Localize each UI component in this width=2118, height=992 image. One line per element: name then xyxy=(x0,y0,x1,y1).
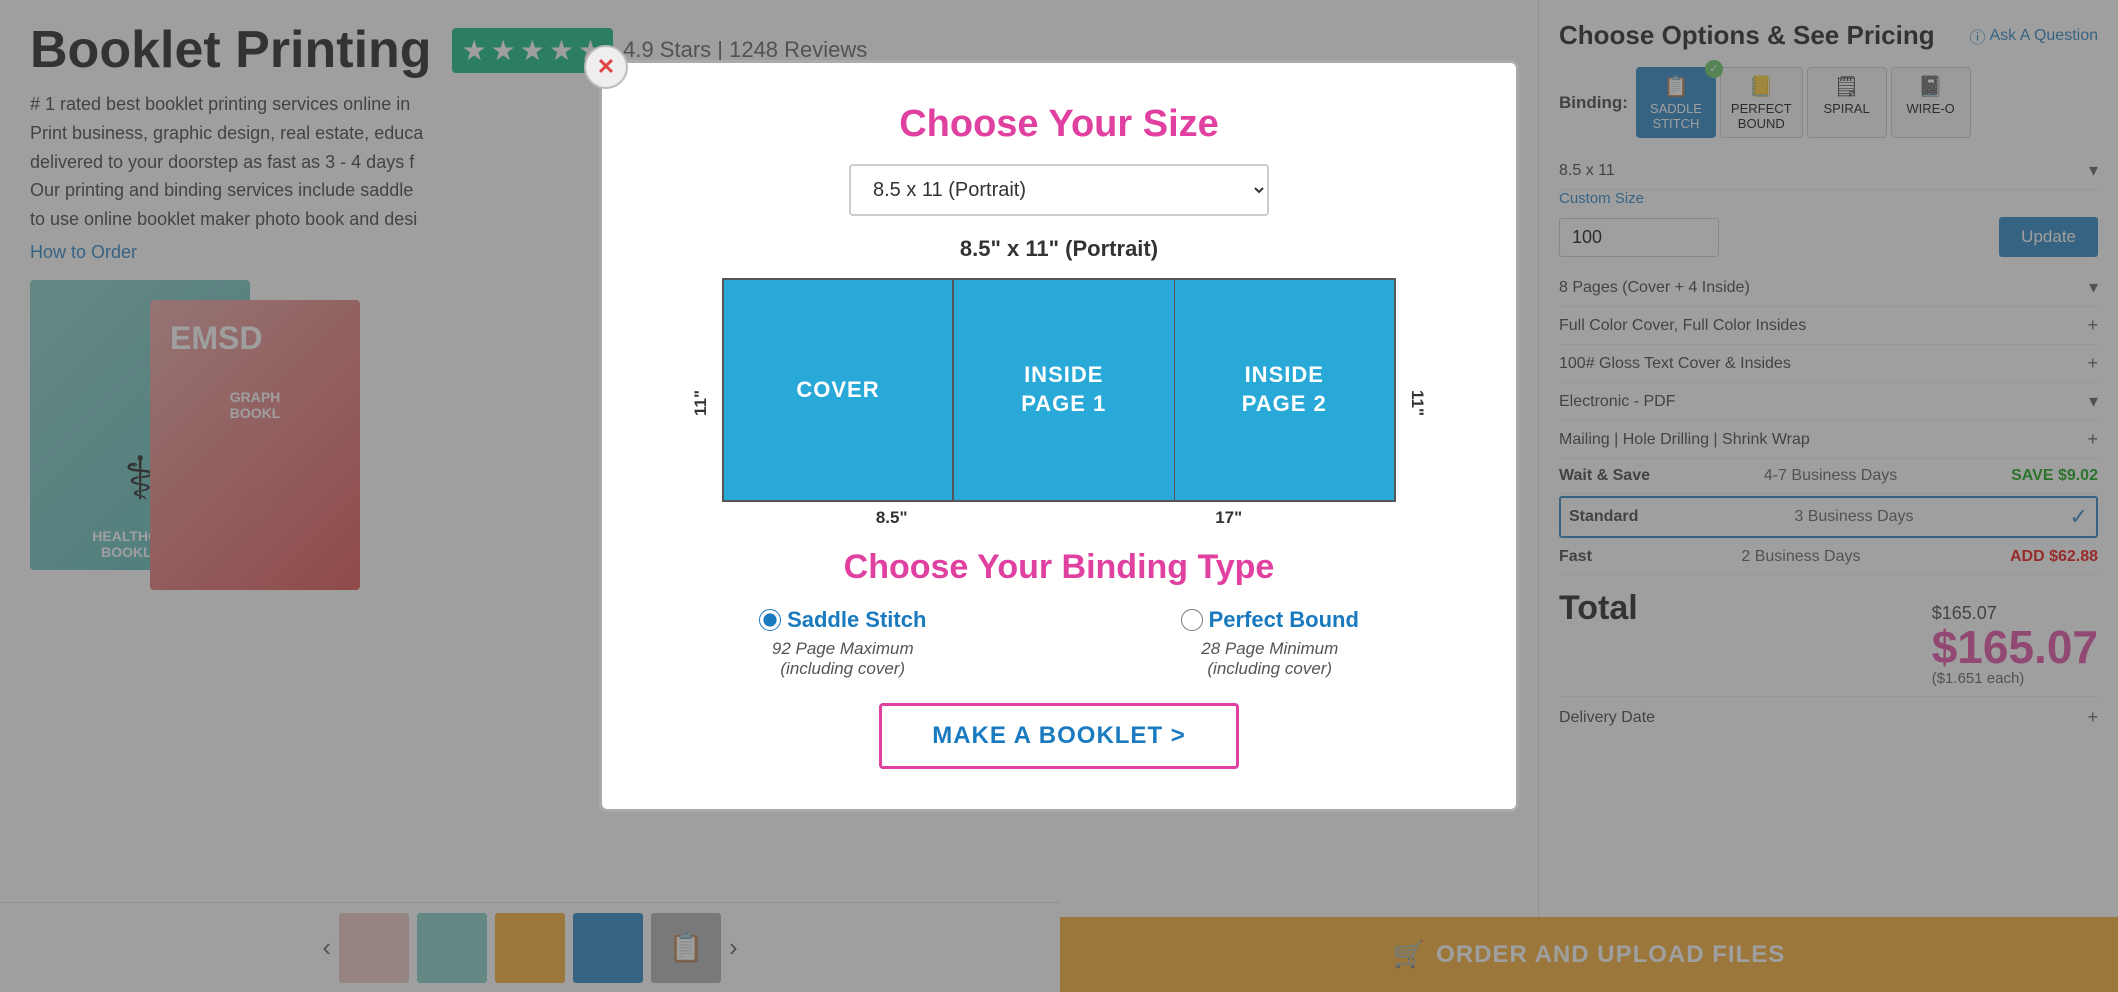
cover-text: COVER xyxy=(796,376,879,405)
diagram-wrapper: 11" COVER INSIDEPAGE 1 INSIDEPAGE 2 11 xyxy=(722,278,1396,528)
dim-height-right: 11" xyxy=(1407,390,1427,416)
size-select[interactable]: 8.5 x 11 (Portrait) xyxy=(849,164,1269,216)
saddle-stitch-option: Saddle Stitch 92 Page Maximum(including … xyxy=(759,607,926,679)
inside-page-1-text: INSIDEPAGE 1 xyxy=(1021,361,1106,418)
saddle-stitch-radio[interactable] xyxy=(759,609,781,631)
binding-type-title: Choose Your Binding Type xyxy=(652,548,1466,587)
inside-panels: INSIDEPAGE 1 INSIDEPAGE 2 xyxy=(954,280,1394,500)
dim-height-left: 11" xyxy=(691,390,711,416)
modal-title: Choose Your Size xyxy=(652,103,1466,146)
modal-close-button[interactable]: ✕ xyxy=(584,45,628,89)
saddle-stitch-desc: 92 Page Maximum(including cover) xyxy=(772,639,914,679)
diagram-border: COVER INSIDEPAGE 1 INSIDEPAGE 2 xyxy=(722,278,1396,502)
perfect-bound-label: Perfect Bound xyxy=(1181,607,1359,633)
modal-overlay: ✕ Choose Your Size 8.5 x 11 (Portrait) 8… xyxy=(0,0,2118,992)
close-icon: ✕ xyxy=(597,54,615,80)
modal: ✕ Choose Your Size 8.5 x 11 (Portrait) 8… xyxy=(599,60,1519,812)
dim-width-cover: 8.5" xyxy=(876,508,908,528)
diagram-container: 11" COVER INSIDEPAGE 1 INSIDEPAGE 2 11 xyxy=(652,278,1466,528)
perfect-bound-radio[interactable] xyxy=(1181,609,1203,631)
size-dimension-label: 8.5" x 11" (Portrait) xyxy=(652,236,1466,262)
inside-page-2-text: INSIDEPAGE 2 xyxy=(1242,361,1327,418)
make-booklet-button[interactable]: MAKE A BOOKLET > xyxy=(879,703,1239,769)
dim-bottom-row: 8.5" 17" xyxy=(722,508,1396,528)
cover-panel: COVER xyxy=(724,280,954,500)
dim-width-inside: 17" xyxy=(1215,508,1242,528)
inside-page-1-panel: INSIDEPAGE 1 xyxy=(954,280,1175,500)
perfect-bound-desc: 28 Page Minimum(including cover) xyxy=(1201,639,1338,679)
inside-page-2-panel: INSIDEPAGE 2 xyxy=(1175,280,1395,500)
saddle-stitch-label: Saddle Stitch xyxy=(759,607,926,633)
binding-options: Saddle Stitch 92 Page Maximum(including … xyxy=(652,607,1466,679)
perfect-bound-option: Perfect Bound 28 Page Minimum(including … xyxy=(1181,607,1359,679)
